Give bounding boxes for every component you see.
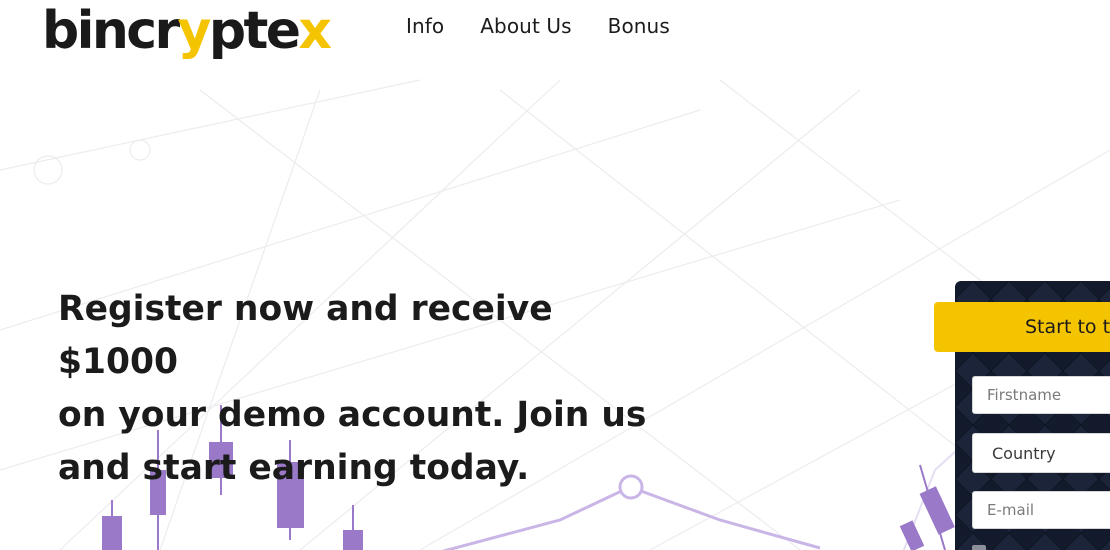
logo-part-pte: pte: [209, 2, 299, 61]
bincryptex-logo[interactable]: bincryptex: [42, 2, 372, 62]
hero-line-3: and start earning today.: [58, 448, 530, 488]
logo-part-x: x: [298, 2, 331, 61]
main-nav: Info About Us Bonus: [406, 14, 670, 38]
nav-link-bonus[interactable]: Bonus: [608, 14, 670, 38]
logo-part-y: y: [178, 2, 211, 61]
nav-link-about-us[interactable]: About Us: [480, 14, 571, 38]
nav-link-info[interactable]: Info: [406, 14, 444, 38]
hero-line-1: Register now and receive $1000: [58, 289, 553, 382]
email-input[interactable]: [972, 491, 1110, 529]
logo-part-bincr: bincr: [42, 2, 180, 61]
svg-text:bincryptex: bincryptex: [42, 2, 331, 61]
start-to-trade-button[interactable]: Start to trade: [934, 302, 1110, 352]
landing-page: bincryptex Info About Us Bonus Register …: [0, 0, 1110, 550]
hero-line-2: on your demo account. Join us: [58, 395, 647, 435]
terms-checkbox[interactable]: [972, 545, 986, 550]
hero-headline: Register now and receive $1000 on your d…: [58, 283, 678, 495]
firstname-input[interactable]: [972, 376, 1110, 414]
background-line-chart: [441, 485, 821, 550]
country-select[interactable]: Country: [972, 433, 1110, 473]
country-select-label: Country: [992, 444, 1056, 463]
site-header: bincryptex Info About Us Bonus: [0, 0, 1110, 70]
